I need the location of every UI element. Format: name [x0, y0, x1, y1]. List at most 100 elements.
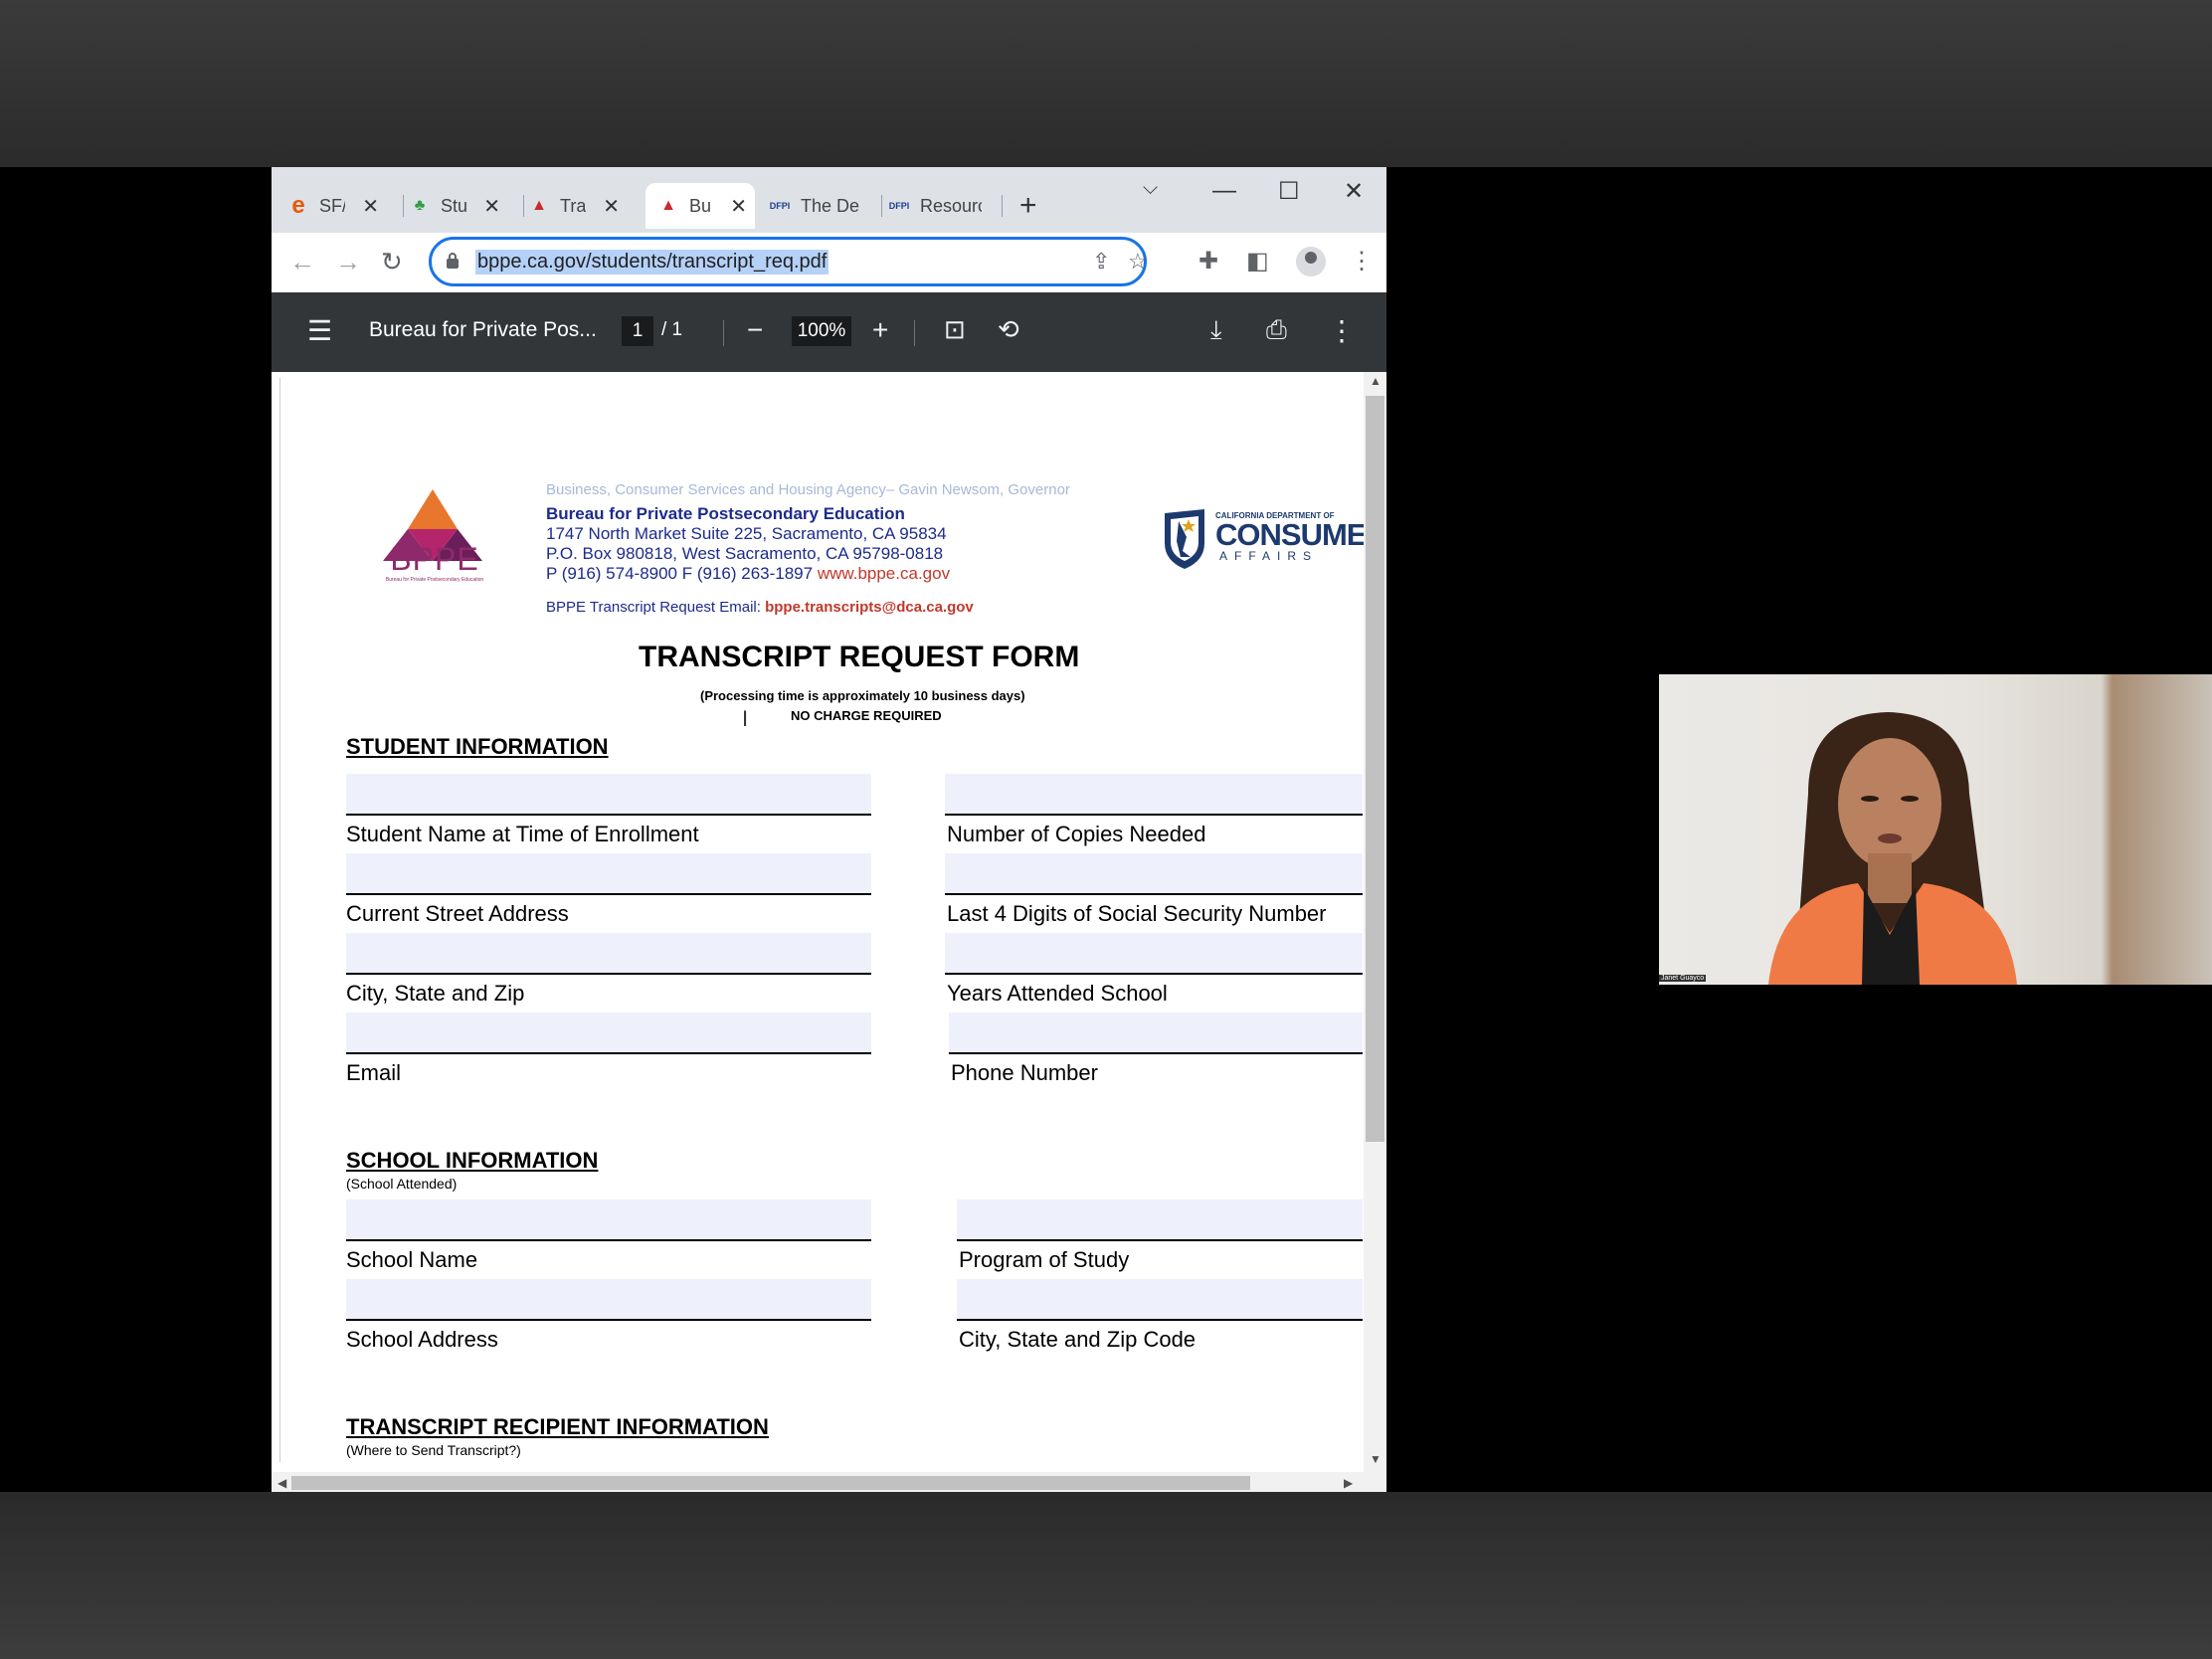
hamburger-menu-icon[interactable]: ☰ [307, 314, 332, 347]
street-address-field[interactable] [346, 853, 871, 895]
dca-big-text: CONSUMER [1215, 517, 1386, 552]
zoom-in-icon[interactable]: + [872, 314, 888, 346]
tab-title: Stu [441, 195, 466, 216]
pdf-title: Bureau for Private Pos... [369, 318, 597, 341]
tab-title: Bu [689, 195, 712, 216]
browser-tab-active[interactable]: ▲ Bu ✕ [645, 183, 755, 229]
school-address-label: School Address [346, 1327, 498, 1352]
school-name-label: School Name [346, 1247, 478, 1272]
tab-separator [881, 195, 882, 217]
school-city-label: City, State and Zip Code [959, 1327, 1197, 1352]
scroll-right-arrow-icon[interactable]: ▶ [1344, 1476, 1353, 1490]
copies-label: Number of Copies Needed [947, 822, 1206, 846]
school-city-field[interactable] [957, 1279, 1363, 1321]
pdf-page: BPPE Bureau for Private Postsecondary Ed… [279, 378, 1386, 1462]
minimize-icon[interactable]: — [1212, 177, 1236, 205]
bookmark-star-icon[interactable]: ☆ [1128, 249, 1148, 275]
pdf-toolbar: ☰ Bureau for Private Pos... 1 / 1 − 100%… [272, 292, 1386, 372]
tab-separator [403, 195, 404, 217]
side-panel-icon[interactable]: ◧ [1246, 247, 1269, 276]
browser-tab[interactable]: DFPI The De [769, 183, 878, 229]
lock-icon [447, 253, 459, 269]
tab-title: Tra [560, 195, 586, 216]
school-info-heading: SCHOOL INFORMATION [346, 1148, 599, 1173]
address-line-2: P.O. Box 980818, West Sacramento, CA 957… [546, 544, 944, 563]
browser-menu-icon[interactable]: ⋮ [1350, 247, 1374, 276]
back-arrow-icon[interactable]: ← [289, 247, 315, 277]
copies-field[interactable] [945, 774, 1363, 816]
phone-fax: P (916) 574-8900 F (916) 263-1897 [546, 564, 814, 583]
scroll-down-arrow-icon[interactable]: ▼ [1370, 1452, 1382, 1466]
dca-affairs-text: AFFAIRS [1219, 549, 1319, 563]
rotate-icon[interactable]: ⟲ [998, 314, 1019, 345]
city-state-zip-field[interactable] [346, 933, 871, 975]
agency-line: Business, Consumer Services and Housing … [546, 481, 1070, 498]
tab-search-chevron-icon[interactable]: ⌵ [1143, 177, 1158, 200]
fit-page-icon[interactable]: ⊡ [944, 314, 966, 345]
close-tab-icon[interactable]: ✕ [483, 194, 500, 219]
email-field[interactable] [346, 1013, 871, 1054]
address-line-1: 1747 North Market Suite 225, Sacramento,… [546, 524, 947, 543]
toolbar-divider [914, 320, 915, 346]
extensions-puzzle-icon[interactable]: ✚ [1198, 247, 1218, 276]
phone-field[interactable] [949, 1013, 1363, 1054]
ssn-label: Last 4 Digits of Social Security Number [947, 901, 1327, 926]
browser-tab[interactable]: e SF/ ✕ [287, 183, 387, 229]
forward-arrow-icon[interactable]: → [335, 247, 361, 277]
scroll-left-arrow-icon[interactable]: ◀ [277, 1476, 286, 1490]
school-info-subheading: (School Attended) [346, 1176, 458, 1192]
browser-tab[interactable]: ▲ Tra ✕ [528, 183, 628, 229]
recipient-info-heading: TRANSCRIPT RECIPIENT INFORMATION [346, 1414, 769, 1439]
close-tab-icon[interactable]: ✕ [603, 194, 620, 219]
share-icon[interactable]: ⇪ [1092, 249, 1110, 275]
close-window-icon[interactable]: ✕ [1344, 177, 1364, 206]
years-attended-label: Years Attended School [947, 981, 1168, 1006]
maximize-icon[interactable]: ☐ [1278, 177, 1300, 206]
tab-title: SF/ [319, 195, 345, 216]
program-field[interactable] [957, 1199, 1363, 1241]
tab-separator [1002, 195, 1003, 217]
website-link[interactable]: www.bppe.ca.gov [818, 564, 950, 583]
download-icon[interactable]: ⤓ [1210, 314, 1222, 346]
pdf-viewport: BPPE Bureau for Private Postsecondary Ed… [272, 372, 1386, 1492]
e-icon: e [291, 192, 305, 219]
school-address-field[interactable] [346, 1279, 871, 1321]
zoom-level-input[interactable]: 100% [792, 316, 851, 346]
page-number-input[interactable]: 1 [622, 316, 653, 346]
student-info-heading: STUDENT INFORMATION [346, 734, 609, 759]
ssn-field[interactable] [945, 853, 1363, 895]
reload-icon[interactable]: ↻ [381, 247, 403, 277]
browser-tab[interactable]: ♣ Stu ✕ [409, 183, 508, 229]
vertical-scroll-thumb[interactable] [1366, 396, 1384, 1142]
bppe-logo-subtext: Bureau for Private Postsecondary Educati… [385, 577, 484, 583]
new-tab-plus-icon[interactable]: + [1019, 189, 1037, 223]
close-tab-icon[interactable]: ✕ [730, 194, 747, 219]
tab-separator [523, 195, 524, 217]
browser-tab[interactable]: DFPI Resourc [888, 183, 998, 229]
print-icon[interactable]: ⎙ [1266, 314, 1287, 346]
program-label: Program of Study [959, 1247, 1130, 1272]
school-name-field[interactable] [346, 1199, 871, 1241]
pdf-more-options-icon[interactable]: ⋮ [1328, 314, 1356, 347]
address-bar[interactable]: bppe.ca.gov/students/transcript_req.pdf … [429, 237, 1148, 286]
processing-note: (Processing time is approximately 10 bus… [700, 688, 1025, 703]
years-attended-field[interactable] [945, 933, 1363, 975]
email-link[interactable]: bppe.transcripts@dca.ca.gov [765, 599, 974, 616]
tree-icon: ♣ [414, 197, 426, 214]
top-letterbox [0, 0, 2212, 167]
close-tab-icon[interactable]: ✕ [362, 194, 379, 219]
city-state-zip-label: City, State and Zip [346, 981, 525, 1006]
scroll-up-arrow-icon[interactable]: ▲ [1370, 374, 1382, 388]
profile-avatar-icon[interactable] [1296, 247, 1326, 276]
form-title: TRANSCRIPT REQUEST FORM [639, 641, 1080, 673]
zoom-out-icon[interactable]: − [747, 314, 763, 346]
email-field-label: Email [346, 1060, 402, 1085]
bppe-icon: ▲ [660, 197, 676, 214]
horizontal-scroll-thumb[interactable] [291, 1476, 1250, 1490]
bppe-icon: ▲ [531, 197, 547, 214]
tab-title: Resourc [920, 195, 982, 216]
student-name-field[interactable] [346, 774, 871, 816]
tab-title: The De [801, 195, 860, 216]
url-text[interactable]: bppe.ca.gov/students/transcript_req.pdf [475, 250, 830, 275]
bureau-name: Bureau for Private Postsecondary Educati… [546, 504, 905, 523]
